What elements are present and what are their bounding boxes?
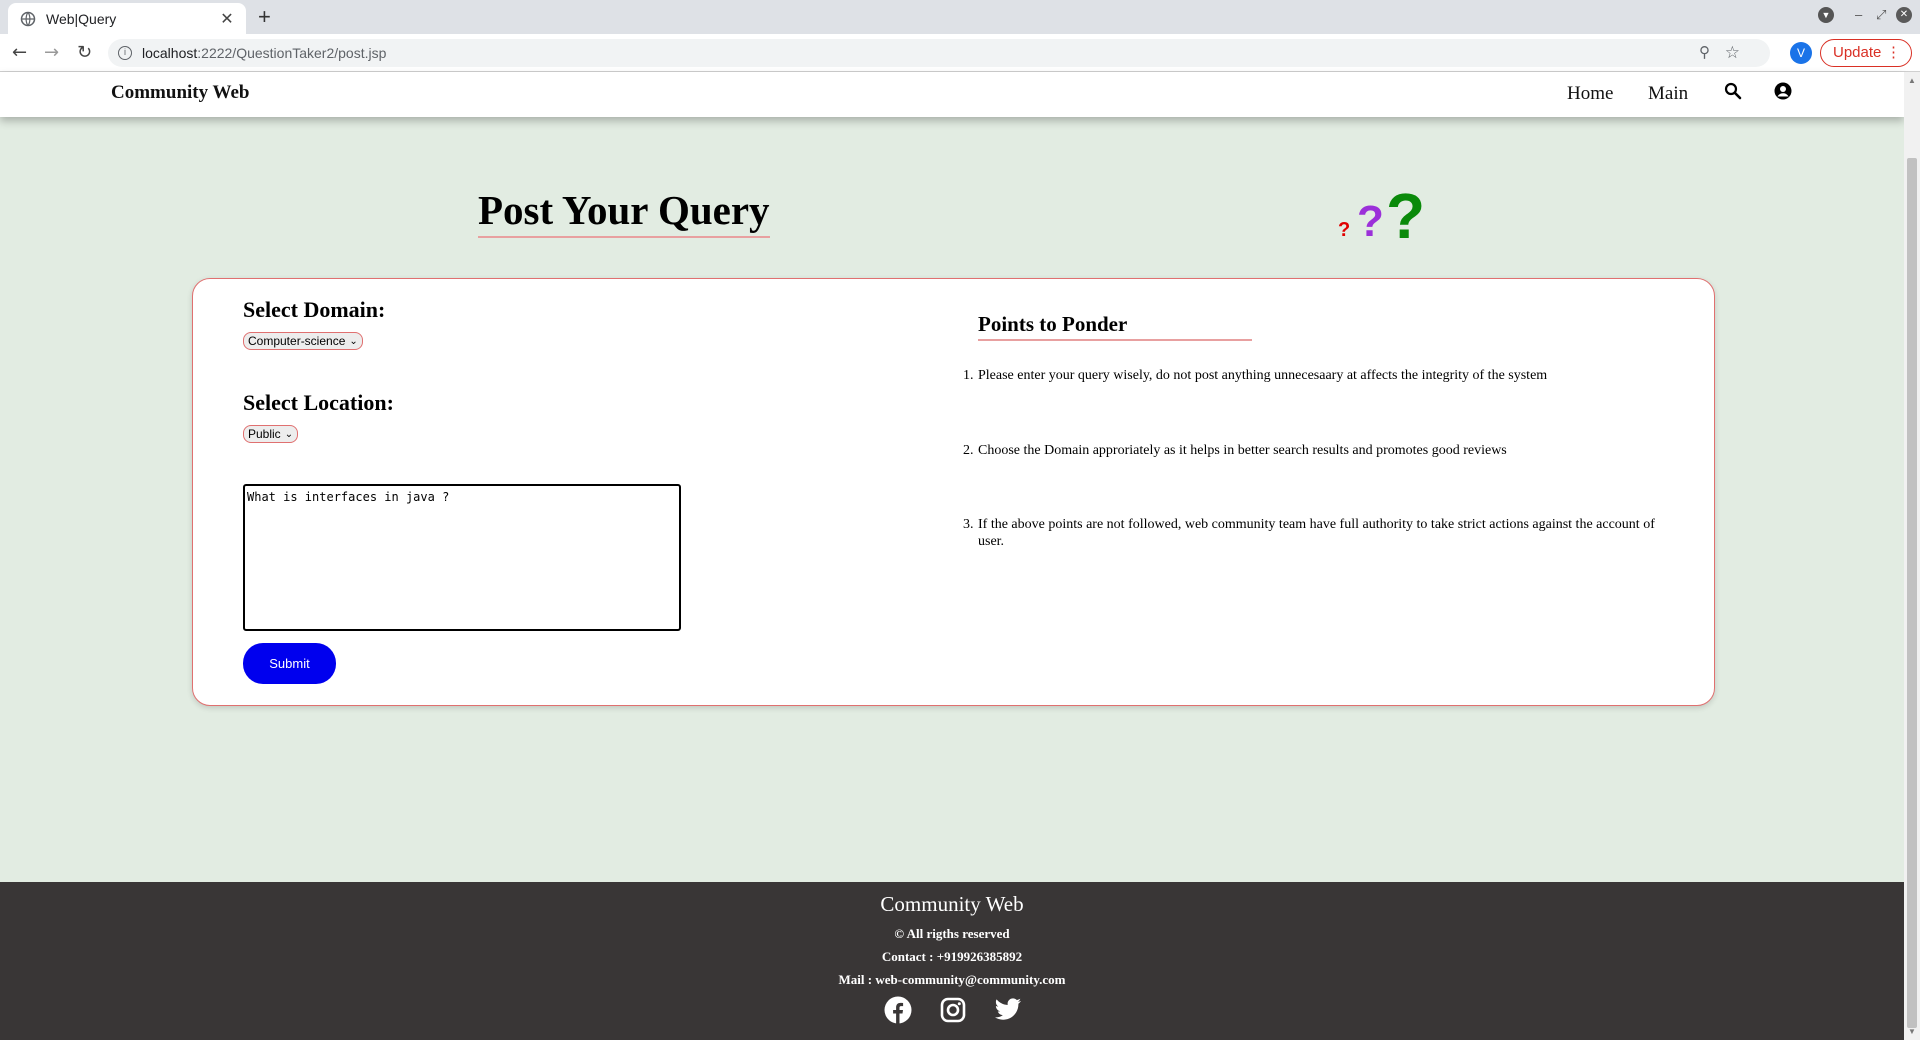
tab-close-icon[interactable]: ✕	[218, 9, 236, 29]
site-info-icon[interactable]: i	[118, 46, 132, 60]
new-tab-button[interactable]: +	[258, 4, 271, 30]
query-card: Select Domain: Computer-science ⌄ Select…	[192, 278, 1715, 706]
ponder-title: Points to Ponder	[978, 312, 1252, 341]
tab-search-icon[interactable]: ▼	[1818, 7, 1834, 23]
submit-button[interactable]: Submit	[243, 643, 336, 684]
url-host: localhost	[142, 45, 198, 61]
instagram-icon[interactable]	[940, 997, 966, 1023]
ponder-item: 2. Choose the Domain approriately as it …	[963, 442, 1683, 459]
update-label: Update	[1833, 44, 1882, 61]
back-icon[interactable]: ←	[12, 42, 27, 63]
profile-avatar[interactable]: V	[1790, 42, 1812, 64]
nav-home-link[interactable]: Home	[1567, 83, 1613, 105]
minimize-icon[interactable]: –	[1855, 7, 1862, 22]
window-close-icon[interactable]: ✕	[1896, 7, 1912, 23]
ponder-item-text: Choose the Domain approriately as it hel…	[978, 443, 1507, 458]
menu-dots-icon: ⋮	[1886, 44, 1901, 61]
page-title: Post Your Query	[478, 186, 770, 238]
tab-title: Web|Query	[46, 10, 117, 27]
footer-contact: Contact : +919926385892	[881, 949, 1023, 964]
ponder-item-number: 1.	[963, 368, 974, 383]
footer-brand: Community Web	[880, 892, 1024, 916]
maximize-icon[interactable]: ⤢	[1876, 7, 1886, 23]
query-textarea[interactable]: What is interfaces in java ?	[243, 484, 681, 631]
globe-icon	[20, 11, 36, 26]
ponder-item-text: If the above points are not followed, we…	[978, 517, 1655, 549]
scroll-up-arrow-icon[interactable]: ▲	[1908, 76, 1916, 85]
site-footer: Community Web © All rigths reserved Cont…	[0, 882, 1904, 1040]
zoom-icon[interactable]: ⚲	[1699, 39, 1710, 67]
domain-label: Select Domain:	[243, 297, 386, 322]
ponder-item: 3. If the above points are not followed,…	[963, 516, 1683, 550]
facebook-icon[interactable]	[884, 996, 912, 1024]
page-scrollbar[interactable]: ▲ ▼	[1904, 72, 1920, 1040]
chevron-down-icon: ⌄	[284, 428, 294, 440]
update-button[interactable]: Update ⋮	[1820, 39, 1912, 67]
footer-mail: Mail : web-community@community.com	[838, 972, 1066, 987]
nav-main-link[interactable]: Main	[1648, 83, 1688, 105]
svg-text:?: ?	[1338, 219, 1350, 241]
ponder-item-number: 2.	[963, 443, 974, 458]
browser-tabbar: Web|Query ✕ + ▼ – ⤢ ✕	[0, 0, 1920, 34]
bookmark-star-icon[interactable]: ☆	[1725, 39, 1740, 67]
navbar-brand[interactable]: Community Web	[111, 82, 249, 104]
social-icons	[884, 996, 1024, 1026]
url-path: :2222/QuestionTaker2/post.jsp	[197, 45, 387, 61]
forward-icon[interactable]: →	[44, 42, 59, 63]
twitter-icon[interactable]	[994, 998, 1022, 1022]
browser-tab[interactable]: Web|Query ✕	[8, 3, 246, 34]
chevron-down-icon: ⌄	[349, 335, 358, 347]
scroll-down-arrow-icon[interactable]: ▼	[1908, 1027, 1916, 1036]
location-select[interactable]: Public ⌄	[243, 425, 299, 443]
address-bar[interactable]: i localhost:2222/QuestionTaker2/post.jsp…	[108, 39, 1770, 67]
ponder-item-number: 3.	[963, 517, 974, 532]
scroll-thumb[interactable]	[1907, 158, 1917, 1028]
reload-icon[interactable]: ↻	[77, 42, 92, 63]
domain-select-value: Computer-science	[248, 334, 346, 348]
location-select-value: Public	[248, 427, 281, 441]
footer-rights: © All rigths reserved	[894, 926, 1010, 941]
site-navbar: Community Web Home Main	[0, 72, 1904, 117]
domain-select[interactable]: Computer-science ⌄	[243, 332, 363, 350]
location-label: Select Location:	[243, 390, 394, 415]
question-marks-icon: ? ? ?	[1338, 184, 1425, 244]
svg-text:?: ?	[1386, 184, 1425, 244]
ponder-item-text: Please enter your query wisely, do not p…	[978, 368, 1548, 383]
user-circle-icon[interactable]	[1774, 82, 1792, 100]
svg-text:?: ?	[1357, 197, 1384, 244]
ponder-item: 1. Please enter your query wisely, do no…	[963, 367, 1683, 384]
browser-toolbar: ← → ↻ i localhost:2222/QuestionTaker2/po…	[0, 34, 1920, 72]
search-icon[interactable]	[1724, 82, 1742, 100]
